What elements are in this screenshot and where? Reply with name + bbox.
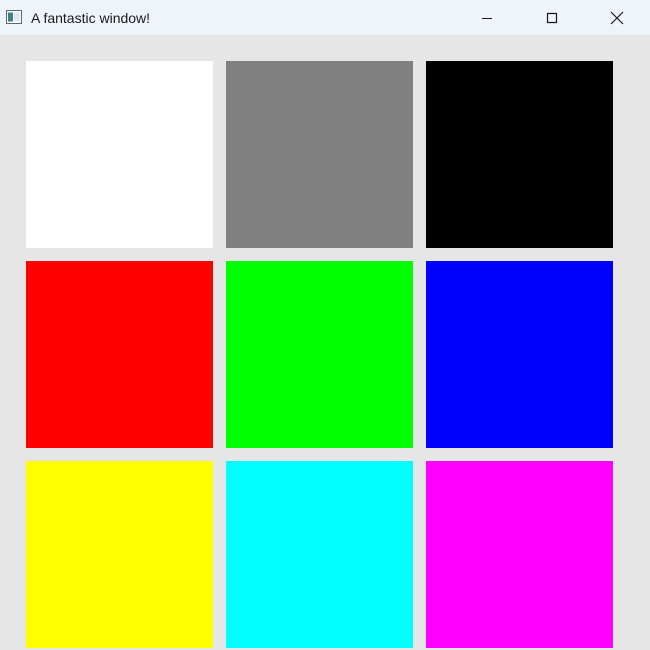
swatch-blue [426,261,613,448]
swatch-red [26,261,213,448]
title-bar[interactable]: A fantastic window! [0,0,650,36]
close-icon [610,11,624,24]
minimize-button[interactable] [464,0,510,35]
minimize-icon [482,17,492,19]
swatch-yellow [26,461,213,648]
swatch-cyan [226,461,413,648]
window-title: A fantastic window! [31,10,151,26]
window-app-icon [6,10,22,24]
swatch-white [26,61,213,248]
swatch-black [426,61,613,248]
maximize-button[interactable] [529,0,575,35]
swatch-green [226,261,413,448]
swatch-gray [226,61,413,248]
app-window: A fantastic window! [0,0,650,650]
swatch-magenta [426,461,613,648]
maximize-icon [546,12,558,23]
close-button[interactable] [594,0,640,35]
client-area [0,36,650,650]
